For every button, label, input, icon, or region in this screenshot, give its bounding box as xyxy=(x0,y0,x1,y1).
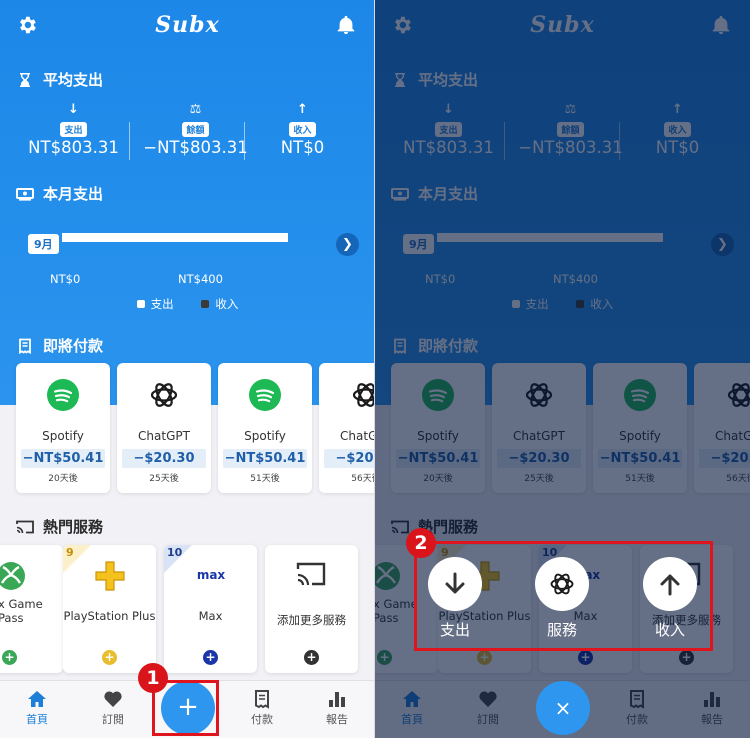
step-badge: 1 xyxy=(138,663,168,693)
legend-label: 支出 xyxy=(150,297,174,311)
section-average-title: 平均支出 xyxy=(43,71,104,89)
service-card[interactable]: 10 max Max + xyxy=(164,545,257,673)
payment-days: 56天後 xyxy=(351,474,375,484)
payment-amount: −NT$50.41 xyxy=(223,449,307,468)
arrow-down-icon: ↓ xyxy=(68,102,79,117)
svg-text:max: max xyxy=(197,568,226,582)
service-name: Max xyxy=(198,609,223,623)
legend-swatch xyxy=(201,300,210,308)
playstation-plus-icon xyxy=(95,561,125,591)
tab-subscriptions[interactable]: 訂閱 xyxy=(83,689,143,727)
average-stats: ↓ 支出 NT$803.31 ⚖ 餘額 −NT$803.31 ↑ 收入 NT$0 xyxy=(0,102,375,164)
tab-home[interactable]: 首頁 xyxy=(7,689,67,727)
highlight-box xyxy=(414,541,713,651)
tab-label: 訂閱 xyxy=(102,713,124,726)
payment-amount: −NT$50.41 xyxy=(21,449,105,468)
add-service-button[interactable]: + xyxy=(102,650,117,665)
add-service-button[interactable]: + xyxy=(2,650,17,665)
chatgpt-icon xyxy=(352,383,375,407)
upcoming-payments: Spotify −NT$50.41 20天後 ChatGPT −$20.30 2… xyxy=(16,363,375,493)
tab-reports[interactable]: 報告 xyxy=(307,689,367,727)
bell-icon[interactable] xyxy=(335,14,357,36)
stat-expense: ↓ 支出 NT$803.31 xyxy=(11,102,136,157)
section-upcoming: 即將付款 xyxy=(16,335,103,356)
stat-expense-value: NT$803.31 xyxy=(28,138,119,157)
section-upcoming-title: 即將付款 xyxy=(43,337,104,355)
section-monthly: 本月支出 xyxy=(16,183,103,204)
home-icon xyxy=(28,691,46,707)
payment-card[interactable]: ChatGPT −$20.30 25天後 xyxy=(117,363,211,493)
screen-home: Subx 平均支出 ↓ 支出 NT$803.31 ⚖ 餘額 −NT$803.31… xyxy=(0,0,375,738)
tab-label: 報告 xyxy=(326,713,348,726)
section-popular-title: 熱門服務 xyxy=(43,518,104,536)
month-label: 9月 xyxy=(28,234,59,254)
stat-income-value: NT$0 xyxy=(280,138,325,157)
payment-days: 20天後 xyxy=(48,474,78,484)
stat-balance-label: 餘額 xyxy=(182,122,209,137)
chatgpt-icon xyxy=(150,383,178,407)
xbox-icon xyxy=(0,562,25,590)
max-icon: max xyxy=(197,568,226,582)
legend-swatch xyxy=(136,300,145,308)
step-badge: 2 xyxy=(406,528,436,558)
heart-icon xyxy=(104,691,122,707)
top-bar: Subx xyxy=(0,0,375,52)
service-name: 添加更多服務 xyxy=(277,613,346,627)
section-popular: 熱門服務 xyxy=(16,516,103,537)
service-name: x Game Pass xyxy=(0,597,43,625)
spotify-icon xyxy=(249,379,281,411)
rank-number: 9 xyxy=(66,546,74,559)
payment-amount: −$20.30 xyxy=(122,449,206,468)
close-fab-button[interactable]: × xyxy=(536,681,590,735)
payment-name: ChatGPT xyxy=(340,429,375,443)
payment-card[interactable]: ChatGPT −$20.30 56天後 xyxy=(319,363,375,493)
axis-tick: NT$0 xyxy=(50,272,81,286)
stat-income-label: 收入 xyxy=(289,122,316,137)
hourglass-icon xyxy=(20,72,30,87)
payment-amount: −$20.30 xyxy=(324,449,375,468)
service-card[interactable]: 9 PlayStation Plus + xyxy=(63,545,156,673)
payment-days: 25天後 xyxy=(149,474,179,484)
stat-income: ↑ 收入 NT$0 xyxy=(240,102,365,157)
section-monthly-title: 本月支出 xyxy=(43,185,104,203)
payment-name: ChatGPT xyxy=(138,429,190,443)
app-logo: Subx xyxy=(155,12,220,38)
service-card[interactable]: x Game Pass + xyxy=(0,545,63,673)
next-month-button[interactable]: ❯ xyxy=(336,233,359,256)
chart-legend: 支出 收入 xyxy=(0,296,375,312)
rank-number: 10 xyxy=(167,546,183,559)
section-average: 平均支出 xyxy=(16,69,103,90)
cast-icon xyxy=(16,520,34,533)
stat-divider xyxy=(129,122,130,160)
add-service-button[interactable]: + xyxy=(304,650,319,665)
bar-chart-icon xyxy=(329,692,345,707)
payment-name: Spotify xyxy=(42,429,84,443)
payment-card[interactable]: Spotify −NT$50.41 20天後 xyxy=(16,363,110,493)
popular-services: x Game Pass + 9 PlayStation Plus + 10 ma… xyxy=(0,545,375,673)
legend-expense: 支出 xyxy=(136,297,174,311)
receipt-icon xyxy=(19,338,31,354)
arrow-up-icon: ↑ xyxy=(297,102,308,117)
axis-tick: NT$400 xyxy=(178,272,223,286)
payment-days: 51天後 xyxy=(250,474,280,484)
expense-bar xyxy=(62,233,288,242)
legend-income: 收入 xyxy=(201,297,238,311)
payment-card[interactable]: Spotify −NT$50.41 51天後 xyxy=(218,363,312,493)
tab-payments[interactable]: 付款 xyxy=(232,689,292,727)
cast-icon xyxy=(296,562,326,586)
legend-label: 收入 xyxy=(215,297,239,311)
payment-name: Spotify xyxy=(244,429,286,443)
tab-label: 首頁 xyxy=(26,713,48,726)
service-card[interactable]: 添加更多服務 + xyxy=(265,545,358,673)
spotify-icon xyxy=(47,379,79,411)
add-service-button[interactable]: + xyxy=(203,650,218,665)
screen-add-menu: Subx 平均支出 ↓ 支出 NT$803.31 ⚖ 餘額 −NT$803.31… xyxy=(375,0,750,738)
receipt-icon xyxy=(255,690,269,709)
tab-label: 付款 xyxy=(251,713,273,726)
cash-icon xyxy=(16,187,34,201)
service-name: PlayStation Plus xyxy=(63,609,156,623)
stat-expense-label: 支出 xyxy=(60,122,87,137)
